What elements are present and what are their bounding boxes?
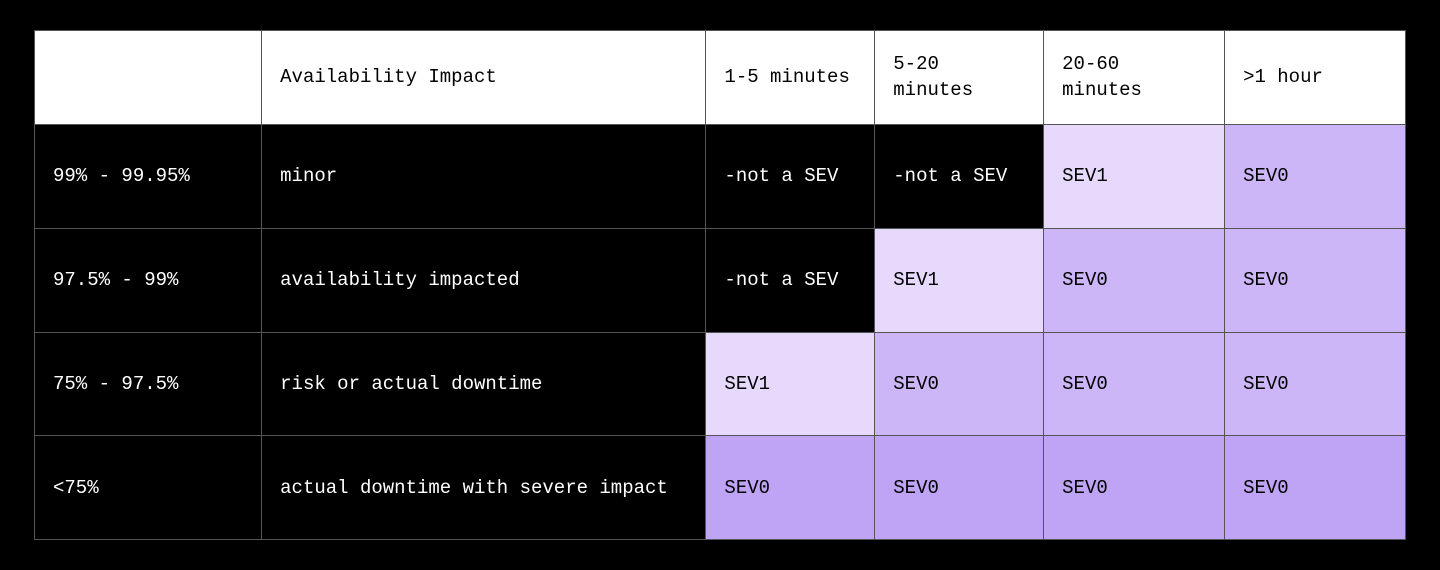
header-gt-1-hour: >1 hour	[1225, 31, 1406, 125]
header-20-60-min: 20-60 minutes	[1044, 31, 1225, 125]
severity-cell: SEV1	[706, 332, 875, 436]
availability-impact-desc: risk or actual downtime	[262, 332, 706, 436]
table-row: 97.5% - 99%availability impacted-not a S…	[35, 228, 1406, 332]
availability-impact-desc: availability impacted	[262, 228, 706, 332]
severity-matrix-table: Availability Impact 1-5 minutes 5-20 min…	[34, 30, 1406, 540]
availability-impact-desc: minor	[262, 125, 706, 229]
table-body: 99% - 99.95%minor-not a SEV-not a SEVSEV…	[35, 125, 1406, 540]
severity-cell: SEV0	[875, 332, 1044, 436]
availability-range: <75%	[35, 436, 262, 540]
header-blank	[35, 31, 262, 125]
severity-cell: SEV0	[1044, 332, 1225, 436]
severity-cell: SEV0	[1044, 436, 1225, 540]
severity-cell: SEV0	[875, 436, 1044, 540]
severity-cell: -not a SEV	[706, 125, 875, 229]
availability-impact-desc: actual downtime with severe impact	[262, 436, 706, 540]
severity-cell: SEV1	[875, 228, 1044, 332]
availability-range: 75% - 97.5%	[35, 332, 262, 436]
table-row: <75%actual downtime with severe impactSE…	[35, 436, 1406, 540]
header-availability-impact: Availability Impact	[262, 31, 706, 125]
severity-cell: SEV0	[1044, 228, 1225, 332]
severity-cell: SEV0	[1225, 125, 1406, 229]
severity-cell: SEV0	[1225, 436, 1406, 540]
severity-cell: SEV0	[1225, 332, 1406, 436]
availability-range: 99% - 99.95%	[35, 125, 262, 229]
table-header-row: Availability Impact 1-5 minutes 5-20 min…	[35, 31, 1406, 125]
header-1-5-min: 1-5 minutes	[706, 31, 875, 125]
table-row: 75% - 97.5%risk or actual downtimeSEV1SE…	[35, 332, 1406, 436]
severity-cell: SEV0	[1225, 228, 1406, 332]
table-row: 99% - 99.95%minor-not a SEV-not a SEVSEV…	[35, 125, 1406, 229]
severity-cell: -not a SEV	[706, 228, 875, 332]
severity-cell: -not a SEV	[875, 125, 1044, 229]
availability-range: 97.5% - 99%	[35, 228, 262, 332]
severity-cell: SEV1	[1044, 125, 1225, 229]
severity-cell: SEV0	[706, 436, 875, 540]
header-5-20-min: 5-20 minutes	[875, 31, 1044, 125]
